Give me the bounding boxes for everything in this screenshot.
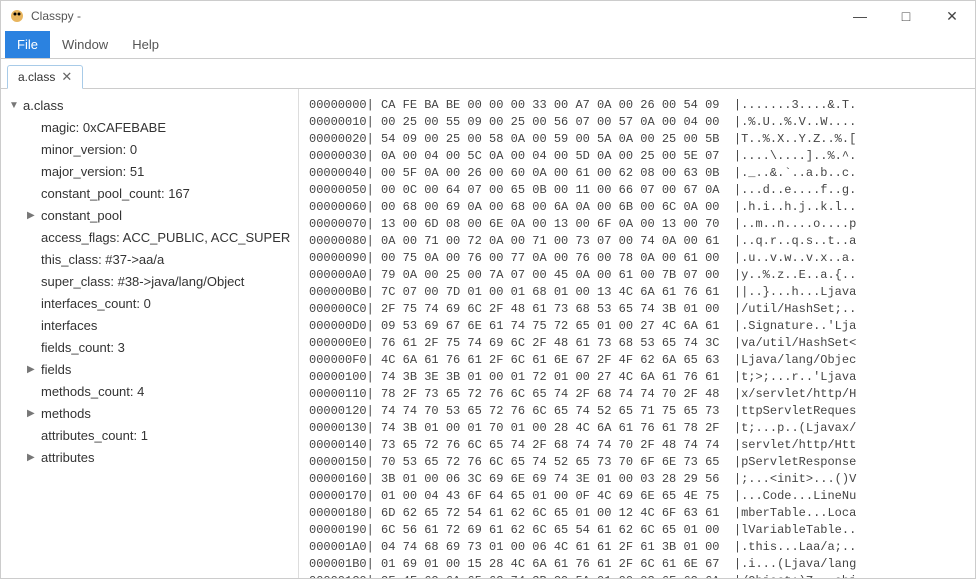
tree-node[interactable]: major_version: 51 [1, 161, 298, 183]
tree-node[interactable]: attributes_count: 1 [1, 425, 298, 447]
tree-node[interactable]: ▶methods [1, 403, 298, 425]
tree-node-label: minor_version: 0 [41, 141, 137, 159]
tree-node[interactable]: ▶attributes [1, 447, 298, 469]
tree-node-label: methods_count: 4 [41, 383, 144, 401]
chevron-right-icon[interactable]: ▶ [27, 207, 39, 225]
tree-node[interactable]: ▼a.class [1, 95, 298, 117]
tree-node-label: a.class [23, 97, 63, 115]
chevron-right-icon[interactable]: ▶ [27, 449, 39, 467]
chevron-down-icon[interactable]: ▼ [9, 97, 21, 115]
window-title: Classpy - [31, 9, 837, 23]
tree-node[interactable]: access_flags: ACC_PUBLIC, ACC_SUPER [1, 227, 298, 249]
menu-help[interactable]: Help [120, 31, 171, 58]
tree-node-label: attributes_count: 1 [41, 427, 148, 445]
tree-node-label: interfaces [41, 317, 97, 335]
app-icon [9, 8, 25, 24]
tree-node[interactable]: minor_version: 0 [1, 139, 298, 161]
minimize-button[interactable]: — [837, 1, 883, 31]
tree-node-label: magic: 0xCAFEBABE [41, 119, 166, 137]
hex-panel[interactable]: 00000000| CA FE BA BE 00 00 00 33 00 A7 … [299, 89, 975, 578]
tree-node-label: attributes [41, 449, 94, 467]
tree-node-label: super_class: #38->java/lang/Object [41, 273, 244, 291]
tree-node[interactable]: methods_count: 4 [1, 381, 298, 403]
close-button[interactable]: ✕ [929, 1, 975, 31]
tree-node-label: access_flags: ACC_PUBLIC, ACC_SUPER [41, 229, 290, 247]
tabbar: a.class ✕ [1, 59, 975, 89]
menubar: FileWindowHelp [1, 31, 975, 59]
tab-label: a.class [18, 70, 55, 84]
tree-node[interactable]: ▶constant_pool [1, 205, 298, 227]
tree-node[interactable]: ▶fields [1, 359, 298, 381]
menu-window[interactable]: Window [50, 31, 120, 58]
content: ▼a.class magic: 0xCAFEBABE minor_version: … [1, 89, 975, 578]
tree-node-label: fields_count: 3 [41, 339, 125, 357]
chevron-right-icon[interactable]: ▶ [27, 361, 39, 379]
tree-node-label: methods [41, 405, 91, 423]
tree-node[interactable]: this_class: #37->aa/a [1, 249, 298, 271]
tree-node-label: interfaces_count: 0 [41, 295, 151, 313]
tree-node[interactable]: interfaces_count: 0 [1, 293, 298, 315]
tree-node-label: constant_pool_count: 167 [41, 185, 190, 203]
tree-node[interactable]: constant_pool_count: 167 [1, 183, 298, 205]
menu-file[interactable]: File [5, 31, 50, 58]
tab-a-class[interactable]: a.class ✕ [7, 65, 83, 89]
titlebar: Classpy - — □ ✕ [1, 1, 975, 31]
tree-node-label: fields [41, 361, 71, 379]
close-icon[interactable]: ✕ [61, 69, 72, 85]
tree-node-label: constant_pool [41, 207, 122, 225]
tree-node[interactable]: super_class: #38->java/lang/Object [1, 271, 298, 293]
tree-panel[interactable]: ▼a.class magic: 0xCAFEBABE minor_version: … [1, 89, 299, 578]
tree-node-label: major_version: 51 [41, 163, 144, 181]
chevron-right-icon[interactable]: ▶ [27, 405, 39, 423]
window-controls: — □ ✕ [837, 1, 975, 31]
maximize-button[interactable]: □ [883, 1, 929, 31]
tree-node-label: this_class: #37->aa/a [41, 251, 164, 269]
tree-node[interactable]: magic: 0xCAFEBABE [1, 117, 298, 139]
tree-node[interactable]: interfaces [1, 315, 298, 337]
tree-node[interactable]: fields_count: 3 [1, 337, 298, 359]
